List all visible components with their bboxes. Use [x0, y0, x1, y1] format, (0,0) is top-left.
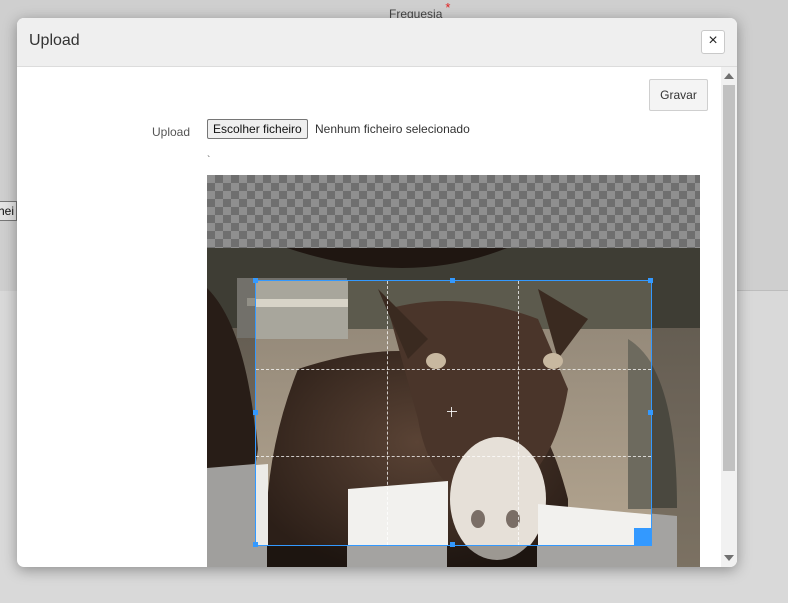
- required-mark: *: [445, 0, 451, 15]
- scrollbar-thumb[interactable]: [723, 85, 735, 471]
- crop-handle-bottom-right[interactable]: [634, 528, 652, 546]
- modal-scrollbar[interactable]: [721, 67, 737, 567]
- crop-handle-top[interactable]: [450, 278, 455, 283]
- image-cropper[interactable]: [207, 175, 700, 567]
- modal-title: Upload: [29, 32, 80, 49]
- crop-handle-right[interactable]: [648, 410, 653, 415]
- crop-guide-horizontal: [256, 456, 651, 457]
- crop-handle-top-right[interactable]: [648, 278, 653, 283]
- crop-guide-horizontal: [256, 369, 651, 370]
- stray-tick-mark: `: [207, 155, 211, 166]
- crop-center-crosshair: [447, 407, 457, 417]
- save-button[interactable]: Gravar: [649, 79, 708, 111]
- arrow-up-icon[interactable]: [724, 73, 734, 79]
- upload-field-label: Upload: [152, 125, 191, 139]
- upload-modal: Upload × Gravar Upload Escolher ficheiro…: [17, 18, 737, 567]
- crop-guide-vertical: [387, 281, 388, 545]
- crop-guide-vertical: [518, 281, 519, 545]
- crop-handle-top-left[interactable]: [253, 278, 258, 283]
- file-status-text: Nenhum ficheiro selecionado: [315, 122, 470, 136]
- crop-handle-bottom-left[interactable]: [253, 542, 258, 547]
- crop-handle-left[interactable]: [253, 410, 258, 415]
- modal-header: Upload ×: [17, 18, 737, 67]
- crop-selection-box[interactable]: [255, 280, 652, 546]
- background-divider: [737, 290, 788, 291]
- crop-handle-bottom[interactable]: [450, 542, 455, 547]
- modal-body: Gravar Upload Escolher ficheiro Nenhum f…: [17, 67, 721, 567]
- close-icon[interactable]: ×: [701, 30, 725, 54]
- background-file-button-fragment: hei: [0, 201, 17, 221]
- arrow-down-icon[interactable]: [724, 555, 734, 561]
- choose-file-button[interactable]: Escolher ficheiro: [207, 119, 308, 139]
